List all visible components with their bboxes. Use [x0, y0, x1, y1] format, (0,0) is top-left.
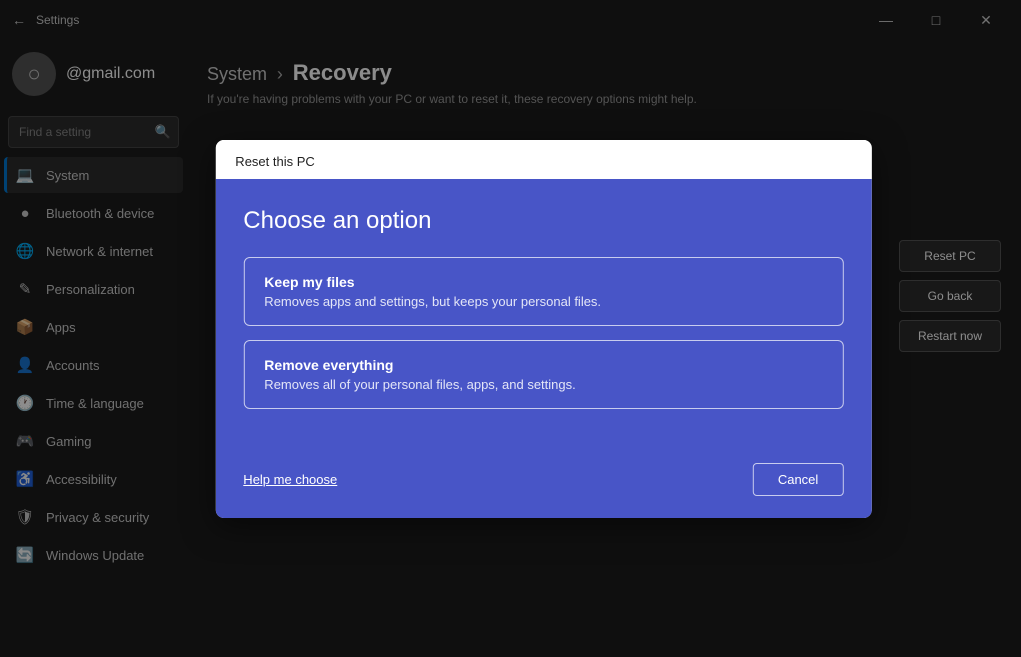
- remove-everything-description: Removes all of your personal files, apps…: [264, 377, 822, 392]
- dialog-choose-title: Choose an option: [243, 207, 843, 235]
- dialog-body: Choose an option Keep my files Removes a…: [215, 179, 871, 455]
- cancel-button[interactable]: Cancel: [753, 463, 843, 496]
- keep-files-description: Removes apps and settings, but keeps you…: [264, 294, 822, 309]
- keep-files-title: Keep my files: [264, 274, 822, 290]
- keep-my-files-option[interactable]: Keep my files Removes apps and settings,…: [243, 257, 843, 326]
- dialog-header: Reset this PC: [215, 140, 871, 179]
- dialog-header-title: Reset this PC: [235, 154, 851, 169]
- help-me-choose-link[interactable]: Help me choose: [243, 472, 337, 487]
- reset-pc-dialog: Reset this PC Choose an option Keep my f…: [215, 140, 871, 518]
- dialog-footer: Help me choose Cancel: [215, 455, 871, 518]
- remove-everything-option[interactable]: Remove everything Removes all of your pe…: [243, 340, 843, 409]
- remove-everything-title: Remove everything: [264, 357, 822, 373]
